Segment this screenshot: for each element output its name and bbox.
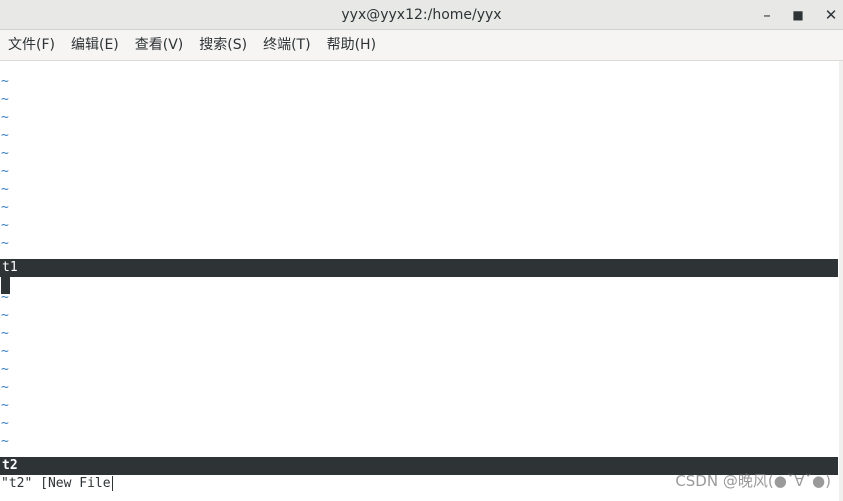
- empty-line-marker: ~: [1, 164, 9, 179]
- empty-line-marker: ~: [1, 146, 9, 161]
- empty-line-marker: ~: [1, 110, 9, 125]
- close-button[interactable]: ✕: [818, 2, 843, 28]
- empty-line-marker: ~: [1, 236, 9, 251]
- command-cursor: [111, 476, 113, 491]
- empty-line-marker: ~: [1, 398, 9, 413]
- top-window-status-bar: t1: [0, 259, 838, 277]
- menu-file[interactable]: 文件(F): [0, 30, 63, 61]
- empty-line-marker: ~: [1, 290, 9, 305]
- empty-line-marker: ~: [1, 416, 9, 431]
- command-line-text: "t2" [New File: [1, 476, 111, 491]
- empty-line-marker: ~: [1, 200, 9, 215]
- maximize-button[interactable]: ■: [785, 2, 811, 28]
- empty-line-marker: ~: [1, 218, 9, 233]
- empty-line-marker: ~: [1, 326, 9, 341]
- menu-edit[interactable]: 编辑(E): [63, 30, 127, 61]
- empty-line-marker: ~: [1, 308, 9, 323]
- empty-line-marker: ~: [1, 182, 9, 197]
- menu-terminal[interactable]: 终端(T): [255, 30, 318, 61]
- window-title: yyx@yyx12:/home/yyx: [341, 7, 502, 23]
- menu-search[interactable]: 搜索(S): [191, 30, 255, 61]
- minimize-button[interactable]: –: [754, 2, 780, 28]
- empty-line-marker: ~: [1, 344, 9, 359]
- empty-line-marker: ~: [1, 434, 9, 449]
- empty-line-marker: ~: [1, 92, 9, 107]
- empty-line-marker: ~: [1, 74, 9, 89]
- empty-line-marker: ~: [1, 362, 9, 377]
- scrollbar[interactable]: [839, 61, 843, 501]
- menu-bar: 文件(F) 编辑(E) 查看(V) 搜索(S) 终端(T) 帮助(H): [0, 30, 843, 61]
- empty-line-marker: ~: [1, 128, 9, 143]
- command-line: "t2" [New File: [1, 475, 113, 493]
- terminal-area[interactable]: ~ ~ ~ ~ ~ ~ ~ ~ ~ ~ t1 ~ ~ ~ ~ ~ ~ ~ ~ ~…: [0, 61, 839, 501]
- menu-help[interactable]: 帮助(H): [319, 30, 384, 61]
- menu-view[interactable]: 查看(V): [127, 30, 192, 61]
- empty-line-marker: ~: [1, 380, 9, 395]
- title-bar: yyx@yyx12:/home/yyx – ■ ✕: [0, 0, 843, 30]
- watermark: CSDN @晚风(●ˇ∀ˇ●): [675, 472, 831, 490]
